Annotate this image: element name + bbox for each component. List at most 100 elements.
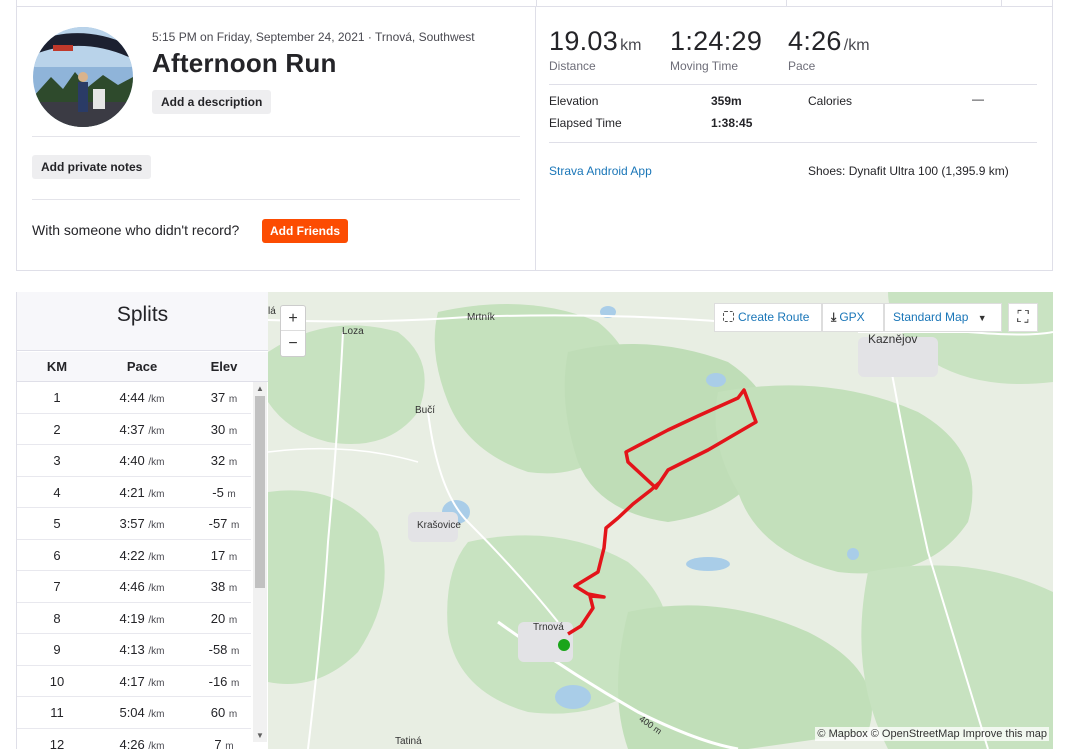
zoom-out-button[interactable]: − (281, 331, 305, 356)
map-place-edge: lá (268, 306, 276, 317)
split-pace: 4:26 /km (92, 729, 192, 749)
split-elev-value: 32 (210, 453, 226, 468)
fullscreen-icon[interactable]: ⛶ (1008, 303, 1038, 332)
table-row[interactable]: 1 4:44 /km 37 m (17, 382, 251, 414)
map-place-tatina: Tatiná (395, 736, 422, 747)
activity-meta: 5:15 PM on Friday, September 24, 2021 · … (152, 30, 475, 44)
pace-value: 4:26 (788, 26, 842, 56)
avatar[interactable] (33, 27, 133, 127)
calories-value: — (972, 92, 984, 106)
table-row[interactable]: 9 4:13 /km -58 m (17, 634, 251, 666)
table-row[interactable]: 5 3:57 /km -57 m (17, 508, 251, 540)
scroll-down-arrow-icon[interactable]: ▼ (256, 731, 264, 740)
divider (549, 84, 1037, 85)
split-elev-unit: m (231, 520, 240, 531)
route-map[interactable]: Loza Mrtník Kaznějov Bučí Krašovice Trno… (268, 292, 1053, 749)
split-pace-unit: /km (148, 488, 165, 500)
split-km: 4 (53, 484, 61, 500)
split-pace: 4:44 /km (92, 382, 192, 415)
split-pace-value: 3:57 (119, 516, 145, 531)
split-elev-unit: m (231, 677, 240, 689)
stat-pace: 4:26/km Pace (788, 26, 870, 73)
map-place-buci: Bučí (415, 405, 436, 416)
activity-details: 5:15 PM on Friday, September 24, 2021 · … (17, 7, 536, 270)
add-description-button[interactable]: Add a description (152, 90, 272, 114)
split-pace-value: 4:26 (119, 736, 145, 749)
split-elev: 30 m (189, 414, 251, 447)
splits-panel: Splits KM Pace Elev 1 4:44 /km 37 m 2 4:37 /… (16, 292, 268, 749)
split-pace-unit: /km (148, 614, 165, 626)
split-elev: 37 m (189, 382, 251, 415)
gpx-label: GPX (839, 310, 865, 324)
stat-moving-time: 1:24:29 Moving Time (670, 26, 762, 73)
split-pace-value: 4:17 (119, 673, 145, 689)
calories-label: Calories (808, 94, 853, 108)
map-place-loza: Loza (342, 326, 364, 337)
table-row[interactable]: 2 4:37 /km 30 m (17, 414, 251, 447)
split-elev-unit: m (228, 551, 238, 563)
table-row[interactable]: 8 4:19 /km 20 m (17, 603, 251, 636)
gpx-download-button[interactable]: ⤓ GPX (822, 303, 884, 332)
split-elev-unit: m (228, 583, 238, 594)
table-row[interactable]: 11 5:04 /km 60 m (17, 697, 251, 729)
splits-table-body[interactable]: 1 4:44 /km 37 m 2 4:37 /km 30 m 3 4:40 /km 32 m4… (17, 382, 251, 749)
add-friends-button[interactable]: Add Friends (262, 219, 348, 243)
map-place-trnova: Trnová (533, 622, 564, 633)
split-pace-unit: /km (148, 583, 165, 594)
table-row[interactable]: 12 4:26 /km 7 m (17, 729, 251, 749)
table-row[interactable]: 7 4:46 /km 38 m (17, 571, 251, 603)
split-km: 12 (49, 736, 65, 749)
table-row[interactable]: 6 4:22 /km 17 m (17, 540, 251, 573)
splits-column-headers: KM Pace Elev (17, 352, 268, 382)
split-pace-unit: /km (148, 425, 165, 437)
split-elev-unit: m (228, 709, 238, 720)
split-km: 6 (53, 547, 61, 563)
map-attribution[interactable]: © Mapbox © OpenStreetMap Improve this ma… (815, 727, 1049, 741)
split-pace-value: 4:46 (119, 579, 145, 594)
split-elev: 20 m (189, 603, 251, 636)
divider (32, 199, 520, 200)
split-elev-value: 7 (214, 736, 222, 749)
scroll-up-arrow-icon[interactable]: ▲ (256, 384, 264, 393)
split-elev-value: -5 (212, 484, 224, 500)
split-elev-unit: m (228, 457, 238, 468)
split-elev: 60 m (189, 697, 251, 730)
split-pace: 3:57 /km (92, 508, 192, 541)
splits-scrollbar[interactable]: ▲ ▼ (253, 382, 267, 742)
activity-summary-card: 5:15 PM on Friday, September 24, 2021 · … (16, 6, 1053, 271)
split-pace: 4:13 /km (92, 634, 192, 667)
route-icon (723, 311, 734, 322)
table-row[interactable]: 4 4:21 /km -5 m (17, 477, 251, 508)
split-pace-value: 4:44 (119, 390, 145, 405)
split-km: 9 (53, 642, 61, 657)
split-pace: 4:40 /km (92, 445, 192, 478)
split-elev-unit: m (228, 394, 238, 405)
column-pace: Pace (126, 359, 158, 374)
split-pace-unit: /km (148, 646, 165, 657)
add-private-notes-button[interactable]: Add private notes (32, 155, 152, 179)
create-route-label: Create Route (738, 310, 810, 324)
split-pace-value: 4:40 (119, 453, 145, 468)
table-row[interactable]: 3 4:40 /km 32 m (17, 445, 251, 477)
pace-label: Pace (788, 59, 816, 73)
split-km: 3 (53, 453, 61, 468)
split-km: 2 (53, 421, 61, 437)
map-background (268, 292, 1053, 749)
device-link[interactable]: Strava Android App (549, 164, 652, 178)
split-elev-value: 37 (210, 390, 226, 405)
create-route-button[interactable]: Create Route (714, 303, 822, 332)
split-pace-value: 5:04 (119, 705, 145, 720)
elevation-value: 359m (711, 94, 742, 108)
split-elev: 17 m (189, 540, 251, 573)
scrollbar-thumb[interactable] (255, 396, 265, 588)
split-elev-unit: m (231, 646, 240, 657)
split-km: 8 (53, 610, 61, 626)
map-style-dropdown[interactable]: Standard Map ▼ (884, 303, 1002, 332)
split-pace-unit: /km (148, 740, 165, 749)
column-km: KM (46, 359, 68, 374)
split-elev: -16 m (189, 666, 251, 699)
activity-title: Afternoon Run (152, 48, 337, 78)
split-elev-value: 30 (210, 421, 226, 437)
zoom-in-button[interactable]: + (281, 306, 305, 331)
table-row[interactable]: 10 4:17 /km -16 m (17, 666, 251, 699)
